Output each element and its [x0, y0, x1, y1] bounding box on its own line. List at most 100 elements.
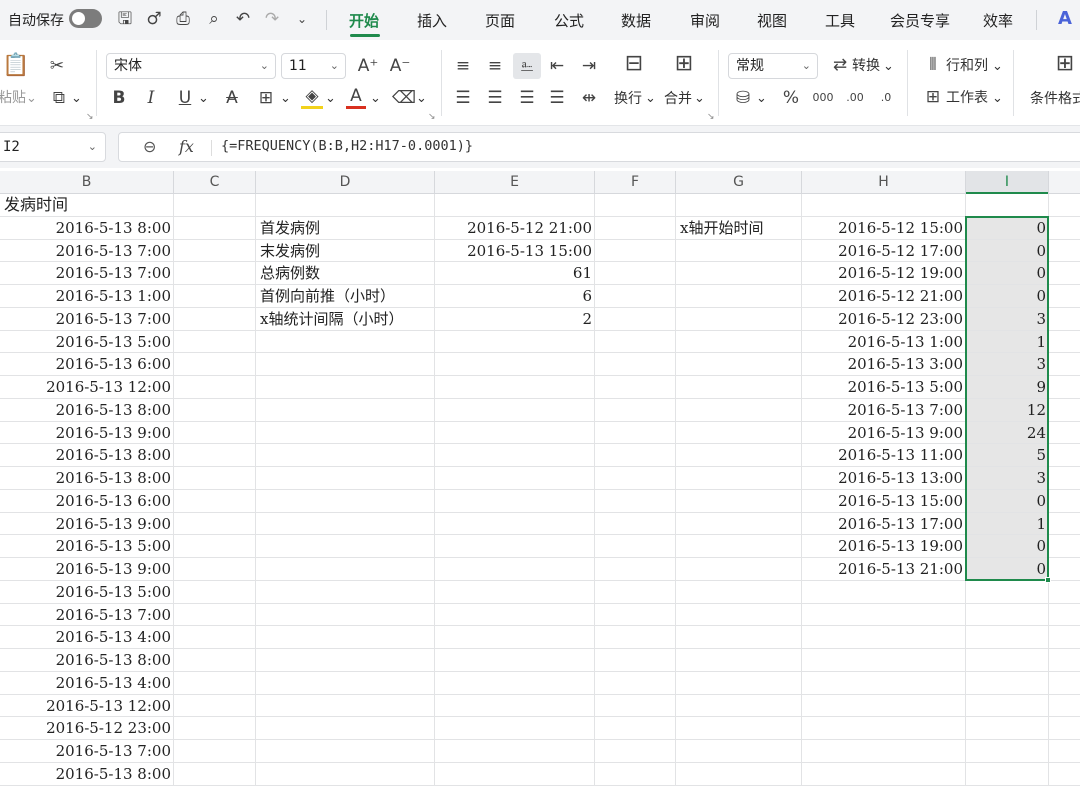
cell-F24[interactable] [595, 717, 676, 740]
cell-F25[interactable] [595, 740, 676, 763]
tab-1[interactable]: 插入 [417, 10, 447, 31]
cell-G19[interactable] [676, 603, 802, 627]
cell-I3[interactable]: 0 [966, 239, 1049, 263]
cell-J6[interactable] [1049, 308, 1080, 331]
cell-C15[interactable] [174, 512, 256, 536]
cell-I22[interactable] [966, 671, 1049, 695]
rows-columns-icon[interactable]: ⫴ [922, 55, 944, 75]
cell-B25[interactable]: 2016-5-13 7:00 [0, 740, 174, 763]
increase-indent-icon[interactable]: ⇥ [578, 56, 600, 76]
cell-C17[interactable] [174, 558, 256, 581]
column-header-next[interactable] [1049, 171, 1080, 194]
cell-I6[interactable]: 3 [966, 307, 1049, 331]
formula-input[interactable]: ⊖ fx {=FREQUENCY(B:B,H2:H17-0.0001)} [118, 132, 1080, 162]
cell-B18[interactable]: 2016-5-13 5:00 [0, 580, 174, 604]
cell-J17[interactable] [1049, 558, 1080, 581]
cell-J2[interactable] [1049, 217, 1080, 240]
cell-I4[interactable]: 0 [966, 262, 1049, 285]
cell-H5[interactable]: 2016-5-12 21:00 [802, 285, 966, 308]
cell-I23[interactable] [966, 694, 1049, 718]
cell-D12[interactable] [256, 444, 435, 467]
ai-assistant-icon[interactable]: A [1058, 8, 1072, 29]
paste-dropdown-icon[interactable]: ⌄ [26, 89, 37, 109]
percent-icon[interactable]: % [781, 88, 801, 108]
cell-B17[interactable]: 2016-5-13 9:00 [0, 558, 174, 581]
cell-I11[interactable]: 24 [966, 421, 1049, 445]
tab-8[interactable]: 会员专享 [890, 10, 950, 31]
cell-F20[interactable] [595, 626, 676, 649]
cell-I15[interactable]: 1 [966, 512, 1049, 536]
paste-label[interactable]: 粘贴 [0, 88, 26, 108]
worksheet-icon[interactable]: ⊞ [922, 87, 944, 107]
cell-D26[interactable] [256, 762, 435, 786]
tab-2[interactable]: 页面 [485, 10, 515, 31]
decrease-decimal-icon[interactable]: .0 [874, 88, 898, 108]
cell-E22[interactable] [435, 671, 595, 695]
cell-D7[interactable] [256, 330, 435, 354]
cell-C8[interactable] [174, 353, 256, 376]
cell-C24[interactable] [174, 717, 256, 740]
convert-dropdown-icon[interactable]: ⌄ [883, 57, 894, 77]
fill-color-dropdown-icon[interactable]: ⌄ [325, 89, 336, 109]
tab-4[interactable]: 数据 [621, 10, 651, 31]
cell-I10[interactable]: 12 [966, 398, 1049, 422]
save-icon[interactable]: 🖫 [114, 8, 136, 30]
cell-B20[interactable]: 2016-5-13 4:00 [0, 626, 174, 649]
cell-E3[interactable]: 2016-5-13 15:00 [435, 239, 595, 263]
cell-D8[interactable] [256, 353, 435, 376]
cell-J4[interactable] [1049, 262, 1080, 285]
cell-I26[interactable] [966, 762, 1049, 786]
print-icon[interactable]: ⎙ [172, 8, 194, 30]
worksheet-dropdown-icon[interactable]: ⌄ [992, 89, 1003, 109]
worksheet-label[interactable]: 工作表 [946, 88, 988, 108]
cell-J13[interactable] [1049, 467, 1080, 490]
cell-J18[interactable] [1049, 581, 1080, 604]
tab-6[interactable]: 视图 [757, 10, 787, 31]
cell-C3[interactable] [174, 239, 256, 263]
cell-I25[interactable] [966, 740, 1049, 763]
cell-B7[interactable]: 2016-5-13 5:00 [0, 330, 174, 354]
cell-J22[interactable] [1049, 672, 1080, 695]
cell-C2[interactable] [174, 216, 256, 240]
column-header-G[interactable]: G [676, 171, 802, 194]
font-launcher-icon[interactable]: ↘ [428, 112, 436, 122]
cell-F22[interactable] [595, 671, 676, 695]
cell-I1[interactable] [966, 194, 1049, 217]
cell-G1[interactable] [676, 194, 802, 217]
cell-J19[interactable] [1049, 604, 1080, 627]
cell-J26[interactable] [1049, 763, 1080, 786]
cell-C13[interactable] [174, 467, 256, 490]
cell-J24[interactable] [1049, 717, 1080, 740]
cell-B26[interactable]: 2016-5-13 8:00 [0, 762, 174, 786]
cell-E12[interactable] [435, 444, 595, 467]
cell-I2[interactable]: 0 [966, 216, 1049, 240]
share-icon[interactable]: ♂ [143, 8, 165, 30]
cell-G12[interactable] [676, 444, 802, 467]
italic-icon[interactable]: I [142, 88, 160, 108]
cell-C16[interactable] [174, 535, 256, 558]
spreadsheet-grid[interactable]: B C D E F G H I 发病时间 2016-5-13 8:00 2016-5-13 7:00… [0, 171, 1080, 787]
cell-H18[interactable] [802, 580, 966, 604]
align-center-icon[interactable]: ☰ [484, 88, 506, 108]
cell-J21[interactable] [1049, 649, 1080, 672]
cell-B8[interactable]: 2016-5-13 6:00 [0, 353, 174, 376]
cell-D17[interactable] [256, 558, 435, 581]
cell-B13[interactable]: 2016-5-13 8:00 [0, 467, 174, 490]
cell-B9[interactable]: 2016-5-13 12:00 [0, 376, 174, 399]
column-header-F[interactable]: F [595, 171, 676, 194]
cell-I17[interactable]: 0 [966, 558, 1049, 581]
cell-J9[interactable] [1049, 376, 1080, 399]
cell-H6[interactable]: 2016-5-12 23:00 [802, 307, 966, 331]
cell-G22[interactable] [676, 671, 802, 695]
cell-F5[interactable] [595, 285, 676, 308]
cell-B10[interactable]: 2016-5-13 8:00 [0, 398, 174, 422]
cell-D25[interactable] [256, 740, 435, 763]
cell-B3[interactable]: 2016-5-13 7:00 [0, 239, 174, 263]
cell-F9[interactable] [595, 376, 676, 399]
cell-E14[interactable] [435, 489, 595, 513]
cell-B1[interactable]: 发病时间 [0, 194, 174, 217]
cell-D18[interactable] [256, 580, 435, 604]
cell-G10[interactable] [676, 398, 802, 422]
column-header-H[interactable]: H [802, 171, 966, 194]
cell-C11[interactable] [174, 421, 256, 445]
